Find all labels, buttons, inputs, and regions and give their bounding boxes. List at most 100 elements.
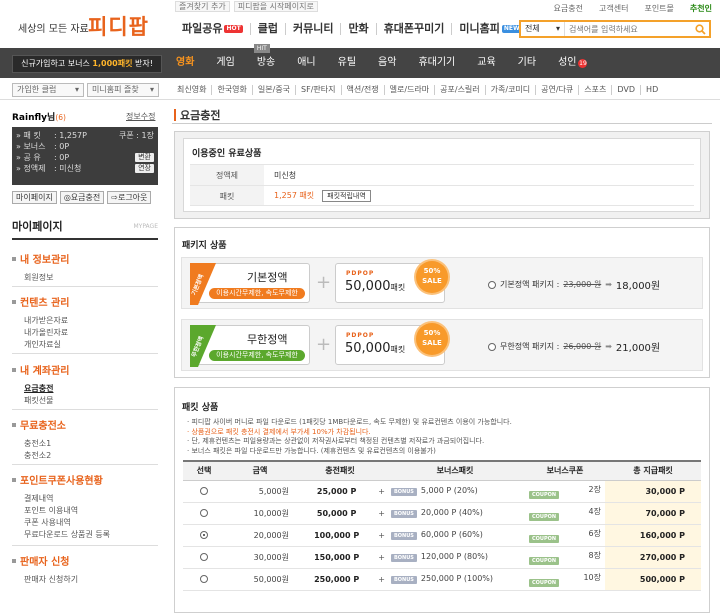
subnav-item[interactable]: 스포츠 [579, 85, 613, 95]
cat-game[interactable]: 게임 [205, 48, 245, 78]
info-plan: » 정액제: 미신청 연장 [16, 163, 154, 174]
cat-movie[interactable]: 영화 [165, 48, 205, 78]
package-row-basic: 기본정액 기본정액 이용시간무제한, 속도무제한 + PDPOP 50,000패… [181, 257, 703, 309]
site-logo[interactable]: 피디팝 [88, 11, 149, 41]
radio-button[interactable] [200, 575, 208, 583]
minihompy-fav-select[interactable]: 미니홈피 즐찾 ▾ [87, 83, 159, 97]
charge-link[interactable]: 요금충전 [554, 3, 583, 14]
menu-station2[interactable]: 충전소2 [12, 450, 158, 462]
menu-payment-history[interactable]: 결제내역 [12, 493, 158, 505]
edit-info-link[interactable]: 정보수정 [126, 111, 155, 122]
sec-point-coupon: 포인트쿠폰사용현황 결제내역 포인트 이용내역 쿠폰 사용내역 무료다운로드 상… [12, 472, 158, 546]
subnav-item[interactable]: 일본/중국 [253, 85, 297, 95]
search-scope-select[interactable]: 전체 ▾ [521, 22, 565, 36]
user-info-box: » 패 킷: 1,257P 쿠폰 : 1장 » 보너스: 0P » 공 유: 0P… [12, 127, 158, 185]
table-row[interactable]: 50,000원 250,000 P + BONUS 250,000 P (100%)… [183, 568, 701, 591]
nav-comics[interactable]: 만화 [341, 23, 377, 35]
point-mall-link[interactable]: 포인트몰 [644, 3, 673, 14]
search-input[interactable] [565, 24, 691, 34]
search-icon [694, 23, 706, 35]
radio-button[interactable] [488, 342, 496, 351]
menu-received[interactable]: 내가받은자료 [12, 315, 158, 327]
logo-tagline: 세상의 모든 자료 [18, 24, 89, 35]
sale-badge: 50% SALE [416, 261, 448, 293]
signup-promo[interactable]: 신규가입하고 보너스 1,000패킷 받자! [12, 55, 162, 73]
subnav-item[interactable]: HD [641, 85, 663, 95]
sub-nav: 최신영화 한국영화 일본/중국 SF/판타지 액션/전쟁 멜로/드라마 공포/스… [172, 85, 663, 95]
convert-button[interactable]: 변환 [135, 153, 154, 162]
main-nav: 파일공유 HOT 클럽 커뮤니티 만화 휴대폰꾸미기 미니홈피 NEW [175, 23, 529, 35]
cat-adult[interactable]: 성인 19 [547, 48, 598, 78]
nav-club[interactable]: 클럽 [251, 23, 286, 35]
info-packet: » 패 킷: 1,257P 쿠폰 : 1장 [16, 131, 154, 140]
current-product-table: 정액제 미신청 패킷 1,257 패킷 패킷적립내역 [190, 164, 694, 206]
sec-free-charge: 무료충전소 충전소1 충전소2 [12, 417, 158, 465]
table-row[interactable]: 20,000원 100,000 P + BONUS 60,000 P (60%) C… [183, 524, 701, 547]
subnav-item[interactable]: 액션/전쟁 [342, 85, 385, 95]
package-desc: 이용시간무제한, 속도무제한 [209, 288, 305, 299]
adult-badge: 19 [578, 58, 588, 68]
info-share: » 공 유: 0P 변환 [16, 152, 154, 163]
joined-club-select[interactable]: 가입한 클럽 ▾ [12, 83, 84, 97]
cat-util[interactable]: 유틸 [327, 48, 367, 78]
table-row[interactable]: 10,000원 50,000 P + BONUS 20,000 P (40%) CO… [183, 502, 701, 525]
menu-station1[interactable]: 충전소1 [12, 438, 158, 450]
menu-uploaded[interactable]: 내가올린자료 [12, 327, 158, 339]
menu-coupon-history[interactable]: 쿠폰 사용내역 [12, 517, 158, 529]
nav-minihompy[interactable]: 미니홈피 NEW [452, 23, 528, 35]
mypage-button[interactable]: 마이페이지 [12, 191, 57, 204]
basic-package-option[interactable]: 기본정액 패키지 : 23,000 원 ➡ 18,000원 [488, 277, 660, 292]
subnav-item[interactable]: 공포/스릴러 [435, 85, 486, 95]
table-row[interactable]: 5,000원 25,000 P + BONUS 5,000 P (20%) COUP… [183, 480, 701, 503]
logout-button[interactable]: ⇨로그아웃 [107, 191, 152, 204]
nav-phone-deco[interactable]: 휴대폰꾸미기 [377, 23, 453, 35]
menu-charge[interactable]: 요금충전 [12, 383, 158, 395]
nav-community[interactable]: 커뮤니티 [286, 23, 342, 35]
cat-music[interactable]: 음악 [367, 48, 407, 78]
subnav-item[interactable]: 가족/코미디 [486, 85, 537, 95]
cat-education[interactable]: 교육 [466, 48, 506, 78]
menu-member-info[interactable]: 회원정보 [12, 272, 158, 284]
packet-history-button[interactable]: 패킷적립내역 [322, 189, 371, 202]
subnav-item[interactable]: 공연/다큐 [536, 85, 580, 95]
cat-anime[interactable]: 애니 [286, 48, 326, 78]
bookmark-link[interactable]: 즐겨찾기 추가 [175, 1, 230, 12]
page-title: 요금충전 [174, 107, 220, 123]
radio-button[interactable] [200, 509, 208, 517]
subnav-item[interactable]: 최신영화 [172, 85, 213, 95]
menu-voucher-register[interactable]: 무료다운로드 상품권 등록 [12, 529, 158, 541]
current-product-title: 이용중인 유료상품 [192, 149, 262, 159]
subnav-item[interactable]: 한국영화 [212, 85, 253, 95]
unlimited-package-option[interactable]: 무한정액 패키지 : 26,000 원 ➡ 21,000원 [488, 339, 660, 354]
user-links: 요금충전 고객센터 포인트몰 추천인 [554, 3, 712, 14]
menu-point-history[interactable]: 포인트 이용내역 [12, 505, 158, 517]
menu-gift[interactable]: 패킷선물 [12, 395, 158, 407]
cat-mobile[interactable]: 휴대기기 [407, 48, 466, 78]
subnav-item[interactable]: SF/판타지 [296, 85, 342, 95]
charge-button[interactable]: ◎요금충전 [59, 191, 105, 204]
table-row[interactable]: 30,000원 150,000 P + BONUS 120,000 P (80%) … [183, 546, 701, 569]
nav-file-share[interactable]: 파일공유 HOT [175, 23, 251, 35]
extend-button[interactable]: 연장 [135, 164, 154, 173]
subnav-item[interactable]: DVD [612, 85, 642, 95]
radio-button[interactable] [200, 553, 208, 561]
cat-broadcast[interactable]: HIT 방송 [246, 44, 286, 78]
packet-label: 패킷 [190, 186, 264, 205]
basic-plan-card: 기본정액 기본정액 이용시간무제한, 속도무제한 [190, 263, 310, 305]
packet-products-title: 패킷 상품 [182, 403, 219, 413]
menu-personal[interactable]: 개인자료실 [12, 339, 158, 351]
subnav-item[interactable]: 멜로/드라마 [385, 85, 436, 95]
current-product-inner: 이용중인 유료상품 정액제 미신청 패킷 1,257 패킷 패킷적립내역 [183, 138, 701, 212]
set-homepage-link[interactable]: 피디팝을 시작페이지로 [233, 1, 318, 12]
menu-seller-apply[interactable]: 판매자 신청하기 [12, 574, 158, 586]
customer-center-link[interactable]: 고객센터 [599, 3, 628, 14]
radio-button[interactable] [200, 487, 208, 495]
user-name: Rainfly님(6) [12, 113, 66, 123]
old-price: 23,000 원 [563, 280, 602, 289]
logout-icon: ⇨ [111, 193, 118, 202]
search-button[interactable] [691, 22, 709, 36]
referral-link[interactable]: 추천인 [690, 3, 712, 14]
radio-button-selected[interactable] [200, 531, 208, 539]
cat-etc[interactable]: 기타 [507, 48, 547, 78]
radio-button[interactable] [488, 280, 496, 289]
